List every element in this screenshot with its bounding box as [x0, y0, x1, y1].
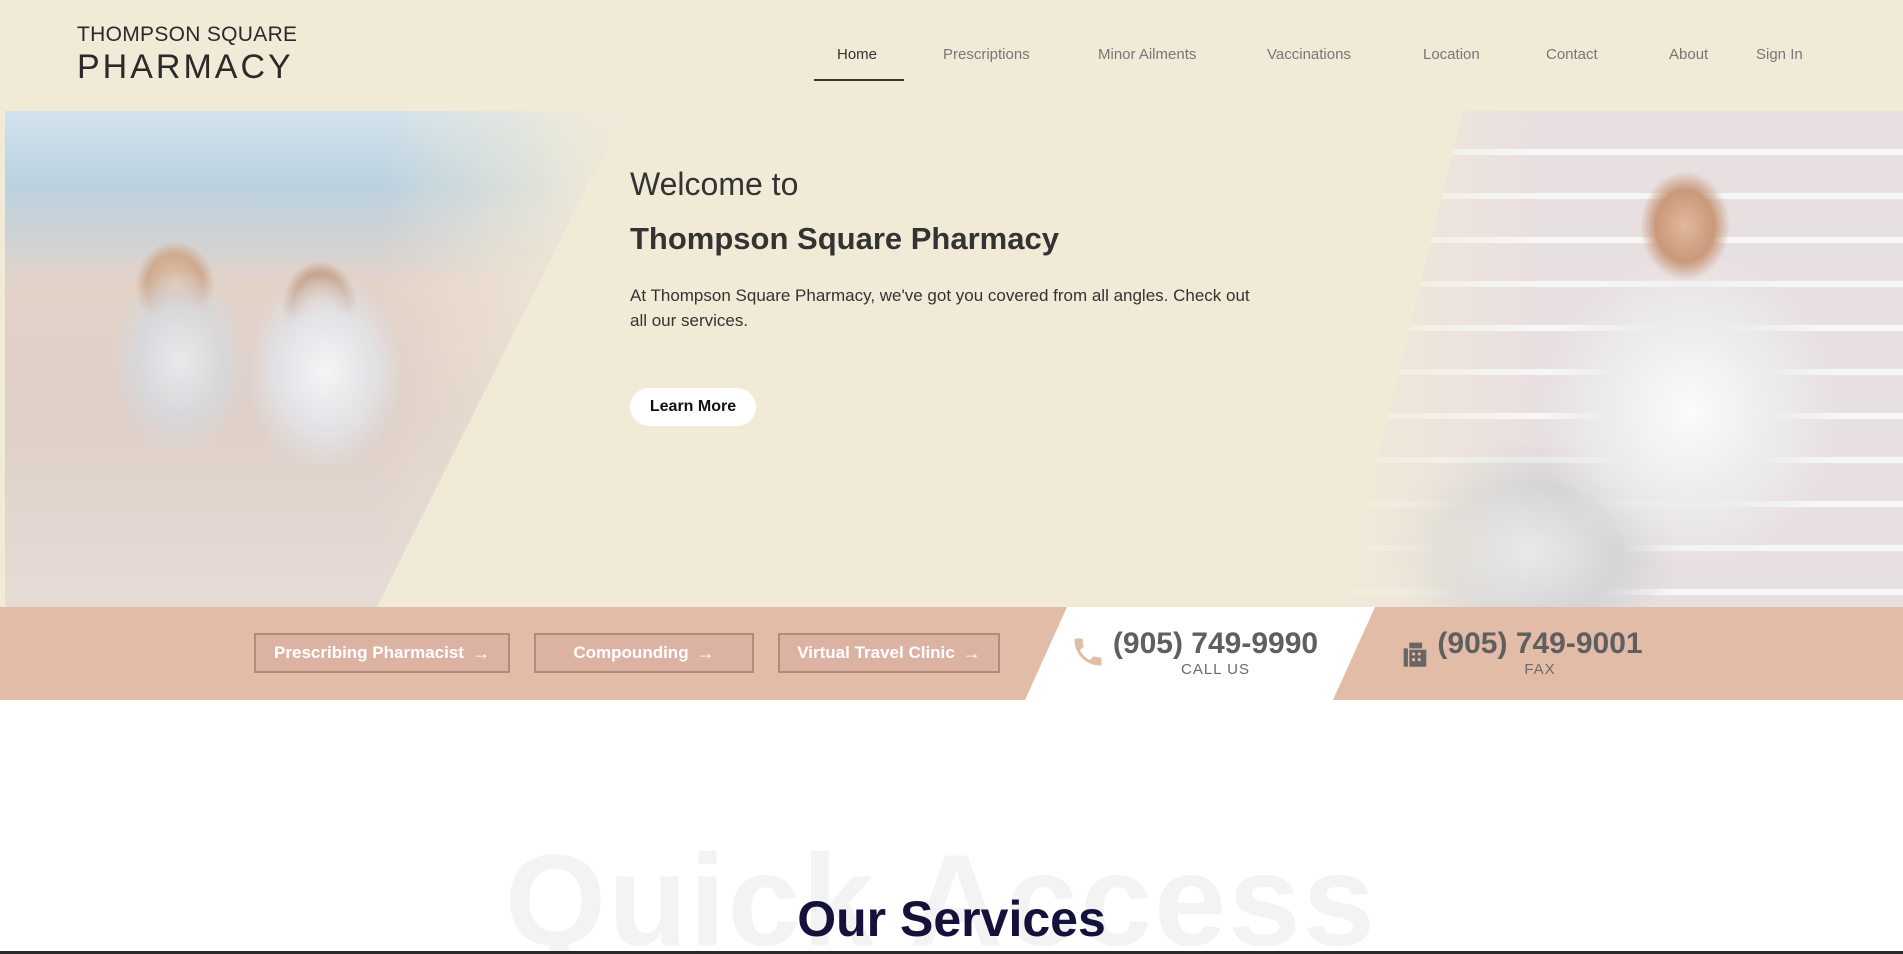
- nav-location[interactable]: Location: [1423, 46, 1480, 63]
- nav-prescriptions[interactable]: Prescriptions: [943, 46, 1030, 63]
- prescribing-pharmacist-label: Prescribing Pharmacist: [274, 643, 464, 662]
- nav-home[interactable]: Home: [837, 46, 877, 63]
- site-header: THOMPSON SQUARE PHARMACY Home Prescripti…: [0, 0, 1903, 111]
- fax-icon: [1398, 637, 1432, 678]
- compounding-button[interactable]: Compounding →: [534, 633, 754, 673]
- fax-label: FAX: [1524, 661, 1556, 678]
- prescribing-pharmacist-button[interactable]: Prescribing Pharmacist →: [254, 633, 510, 673]
- arrow-right-icon: →: [962, 642, 981, 663]
- fax-number[interactable]: (905) 749-9001: [1430, 627, 1650, 661]
- compounding-label: Compounding: [573, 643, 689, 662]
- nav-contact[interactable]: Contact: [1546, 46, 1598, 63]
- hero-right-fade: [1340, 111, 1540, 607]
- arrow-right-icon: →: [696, 642, 715, 663]
- nav-minor-ailments[interactable]: Minor Ailments: [1098, 46, 1196, 63]
- fax-block[interactable]: (905) 749-9001 FAX: [1430, 627, 1650, 679]
- nav-vaccinations[interactable]: Vaccinations: [1267, 46, 1351, 63]
- hero-left-fade: [380, 111, 640, 607]
- active-nav-underline: [814, 79, 904, 81]
- virtual-travel-clinic-label: Virtual Travel Clinic: [797, 643, 955, 662]
- main-nav: Home Prescriptions Minor Ailments Vaccin…: [0, 0, 1903, 111]
- hero-description: At Thompson Square Pharmacy, we've got y…: [630, 286, 1250, 330]
- call-us-number[interactable]: (905) 749-9990: [1103, 627, 1328, 661]
- nav-about[interactable]: About: [1669, 46, 1708, 63]
- hero-banner: Welcome to Thompson Square Pharmacy At T…: [0, 111, 1903, 607]
- virtual-travel-clinic-button[interactable]: Virtual Travel Clinic →: [778, 633, 1000, 673]
- hero-title: Thompson Square Pharmacy: [630, 221, 1059, 256]
- call-us-block[interactable]: (905) 749-9990 CALL US: [1103, 627, 1328, 679]
- nav-sign-in[interactable]: Sign In: [1756, 46, 1803, 63]
- phone-icon: [1070, 633, 1106, 679]
- arrow-right-icon: →: [471, 642, 490, 663]
- services-section: Quick Access Our Services: [0, 700, 1903, 954]
- hero-welcome: Welcome to: [630, 166, 799, 202]
- quick-links-bar: Prescribing Pharmacist → Compounding → V…: [0, 607, 1903, 700]
- learn-more-button[interactable]: Learn More: [630, 388, 756, 426]
- services-title: Our Services: [797, 891, 1106, 947]
- call-us-label: CALL US: [1181, 661, 1250, 678]
